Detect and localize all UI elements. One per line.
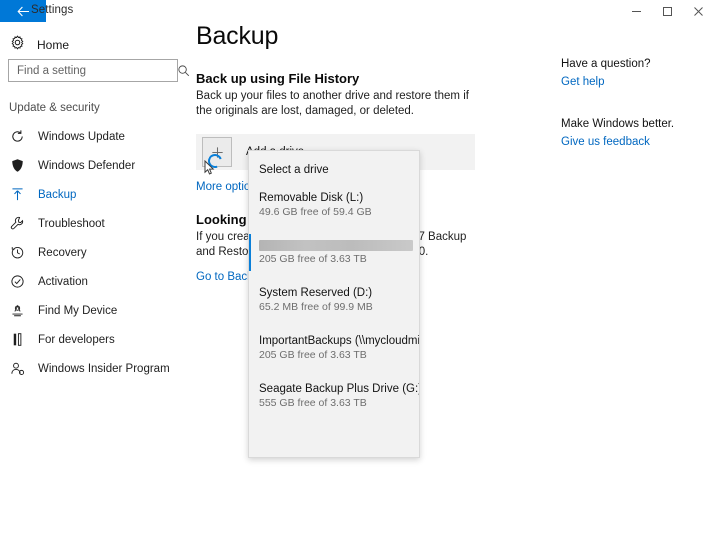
sidebar-item-activation[interactable]: Activation <box>0 267 196 296</box>
drive-list-item[interactable]: System Reserved (D:) 65.2 MB free of 99.… <box>249 281 419 319</box>
shield-icon <box>9 158 25 174</box>
drive-name: System Reserved (D:) <box>259 287 373 299</box>
drive-name: ImportantBackups (\\mycloudmirror8. <box>259 335 420 347</box>
sidebar-item-find-my-device[interactable]: Find My Device <box>0 296 196 325</box>
window-title: Settings <box>31 4 74 16</box>
window-controls <box>621 0 714 22</box>
minimize-button[interactable] <box>621 0 652 22</box>
drive-capacity: 65.2 MB free of 99.9 MB <box>259 301 373 313</box>
gear-icon <box>10 35 25 55</box>
give-us-feedback-link[interactable]: Give us feedback <box>561 136 650 148</box>
maximize-icon <box>662 6 673 17</box>
arrow-left-icon <box>16 6 30 17</box>
sidebar-item-label: Backup <box>38 188 77 201</box>
sidebar-item-label: Activation <box>38 275 88 288</box>
sidebar-group-label: Update & security <box>9 102 100 114</box>
sidebar-item-recovery[interactable]: Recovery <box>0 238 196 267</box>
section-body: Back up your files to another drive and … <box>196 90 469 117</box>
close-icon <box>693 6 704 17</box>
mouse-pointer-icon <box>204 159 216 181</box>
refresh-icon <box>9 129 25 145</box>
sidebar-item-label: Find My Device <box>38 304 118 317</box>
sidebar-item-backup[interactable]: Backup <box>0 180 196 209</box>
sidebar-item-label: Troubleshoot <box>38 217 105 230</box>
settings-window: Settings Home Find a setting Update & se… <box>0 0 714 555</box>
sidebar-item-label: Windows Defender <box>38 159 136 172</box>
help-rail: Have a question? Get help Make Windows b… <box>561 58 711 150</box>
locate-icon <box>9 303 25 319</box>
page-title: Backup <box>196 22 279 50</box>
sidebar-item-label: Recovery <box>38 246 87 259</box>
upload-icon <box>9 187 25 203</box>
section-heading: Back up using File History <box>196 71 360 86</box>
sidebar-item-home[interactable]: Home <box>10 33 170 57</box>
search-input[interactable] <box>9 64 177 77</box>
close-button[interactable] <box>683 0 714 22</box>
drive-name-redacted <box>259 240 413 251</box>
sidebar-item-label: For developers <box>38 333 115 346</box>
sidebar-item-windows-insider-program[interactable]: Windows Insider Program <box>0 354 196 383</box>
sidebar-item-windows-defender[interactable]: Windows Defender <box>0 151 196 180</box>
tools-icon <box>9 332 25 348</box>
make-windows-better-heading: Make Windows better. <box>561 118 675 130</box>
drive-capacity: 205 GB free of 3.63 TB <box>259 253 367 265</box>
sidebar-home-label: Home <box>37 38 70 52</box>
minimize-icon <box>631 6 642 17</box>
drive-list-item[interactable]: ImportantBackups (\\mycloudmirror8. 205 … <box>249 329 419 367</box>
drive-capacity: 205 GB free of 3.63 TB <box>259 349 367 361</box>
title-bar: Settings <box>0 0 714 22</box>
drive-name: Removable Disk (L:) <box>259 192 364 204</box>
clock-back-icon <box>9 245 25 261</box>
drive-capacity: 555 GB free of 3.63 TB <box>259 397 367 409</box>
flyout-title: Select a drive <box>259 164 329 176</box>
sidebar-item-label: Windows Update <box>38 130 125 143</box>
sidebar-item-windows-update[interactable]: Windows Update <box>0 122 196 151</box>
select-a-drive-flyout: Select a drive Removable Disk (L:) 49.6 … <box>248 150 420 458</box>
maximize-button[interactable] <box>652 0 683 22</box>
sidebar-item-troubleshoot[interactable]: Troubleshoot <box>0 209 196 238</box>
drive-name: Seagate Backup Plus Drive (G:) <box>259 383 420 395</box>
drive-list-item[interactable]: Seagate Backup Plus Drive (G:) 555 GB fr… <box>249 377 419 415</box>
sidebar-nav-list: Windows Update Windows Defender Backup T… <box>0 122 196 383</box>
person-badge-icon <box>9 361 25 377</box>
have-a-question-heading: Have a question? <box>561 58 651 70</box>
drive-capacity: 49.6 GB free of 59.4 GB <box>259 206 372 218</box>
search-icon[interactable] <box>177 64 190 77</box>
sidebar-item-for-developers[interactable]: For developers <box>0 325 196 354</box>
drive-list-item[interactable]: 205 GB free of 3.63 TB <box>249 234 419 271</box>
sidebar-item-label: Windows Insider Program <box>38 362 170 375</box>
wrench-icon <box>9 216 25 232</box>
search-box[interactable] <box>8 59 190 82</box>
sidebar: Home Update & security Windows <box>0 22 196 555</box>
drive-list-item[interactable]: Removable Disk (L:) 49.6 GB free of 59.4… <box>249 186 419 224</box>
get-help-link[interactable]: Get help <box>561 76 604 88</box>
check-circle-icon <box>9 274 25 290</box>
